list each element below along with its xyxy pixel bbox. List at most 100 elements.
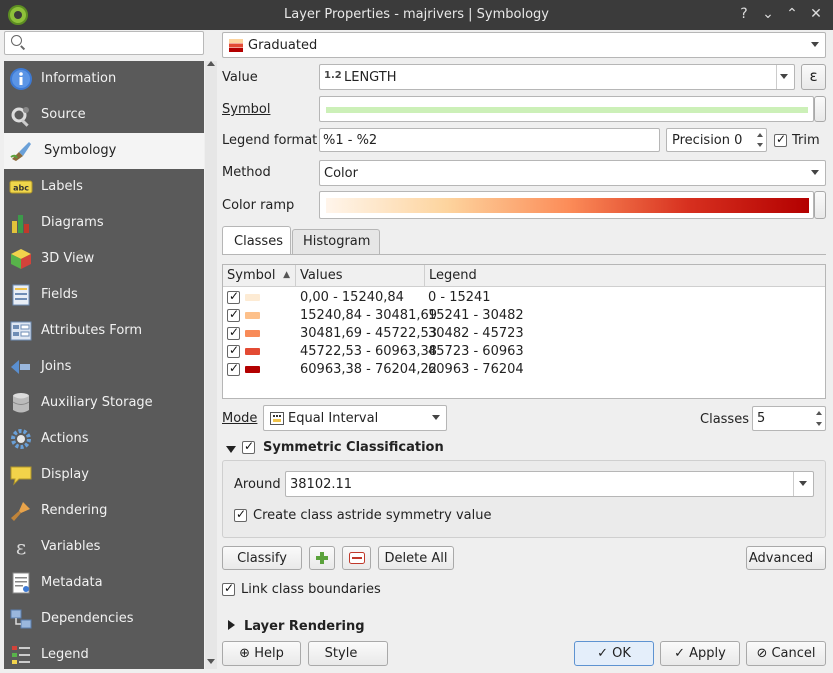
style-button[interactable]: Style — [308, 641, 388, 666]
sidebar-item-dependencies[interactable]: Dependencies — [4, 601, 204, 637]
method-select[interactable]: Color — [319, 160, 826, 186]
around-value: 38102.11 — [290, 477, 353, 492]
maximize-icon[interactable]: ⌃ — [783, 5, 801, 23]
column-header-symbol[interactable]: Symbol ▲ — [223, 265, 296, 287]
sidebar-item-metadata[interactable]: Metadata — [4, 565, 204, 601]
button-label: OK — [612, 646, 631, 661]
row-checkbox[interactable] — [227, 361, 240, 376]
database-icon — [12, 393, 30, 413]
column-header-values[interactable]: Values — [296, 265, 425, 287]
classes-count-label: Classes — [700, 412, 749, 427]
chevron-down-icon — [811, 42, 819, 47]
advanced-button[interactable]: Advanced — [746, 546, 826, 570]
sidebar-item-display[interactable]: Display — [4, 457, 204, 493]
apply-button[interactable]: ✓ Apply — [660, 641, 740, 666]
legend-format-input[interactable]: %1 - %2 — [319, 128, 660, 152]
classes-spinbox[interactable]: 5 — [752, 406, 826, 431]
table-row[interactable]: 30481,69 - 45722,53 30482 - 45723 — [223, 325, 823, 343]
symmetric-checkbox[interactable] — [242, 439, 255, 454]
trim-label: Trim — [792, 133, 820, 148]
scroll-up-icon[interactable] — [207, 61, 215, 66]
sidebar-item-label: Information — [41, 71, 117, 86]
ok-button[interactable]: ✓ OK — [574, 641, 654, 666]
sidebar-item-fields[interactable]: Fields — [4, 277, 204, 313]
table-row[interactable]: 60963,38 - 76204,22 60963 - 76204 — [223, 361, 823, 379]
tab-classes[interactable]: Classes — [222, 226, 291, 254]
sidebar-item-information[interactable]: Information — [4, 61, 204, 97]
symbol-menu-button[interactable] — [814, 96, 826, 122]
wrench-icon — [11, 107, 29, 127]
astride-checkbox[interactable] — [234, 507, 247, 522]
value-field-select[interactable]: 1.2 LENGTH — [319, 64, 795, 90]
check-icon: ✓ — [597, 646, 613, 661]
mode-value: Equal Interval — [288, 411, 379, 426]
chevron-down-icon — [780, 74, 788, 79]
scroll-down-icon[interactable] — [207, 659, 215, 664]
sidebar: Information Source Symbology abc Labels … — [4, 61, 204, 669]
renderer-select[interactable]: Graduated — [222, 32, 826, 58]
remove-class-button[interactable] — [342, 546, 371, 570]
sidebar-item-actions[interactable]: Actions — [4, 421, 204, 457]
class-legend: 15241 - 30482 — [428, 308, 524, 323]
symbol-label: Symbol — [222, 102, 271, 117]
row-checkbox[interactable] — [227, 325, 240, 340]
around-select[interactable]: 38102.11 — [285, 471, 814, 497]
spin-down-icon[interactable] — [757, 143, 763, 147]
combo-divider — [793, 472, 794, 496]
expression-button[interactable]: ε — [801, 64, 826, 90]
spin-up-icon[interactable] — [757, 133, 763, 137]
mode-select[interactable]: Equal Interval — [263, 405, 447, 431]
class-color-swatch[interactable] — [245, 348, 260, 355]
add-class-button[interactable] — [309, 546, 335, 570]
collapse-icon[interactable] — [226, 446, 236, 453]
row-checkbox[interactable] — [227, 307, 240, 322]
expand-icon[interactable] — [228, 620, 235, 630]
dependencies-icon — [10, 609, 32, 629]
sidebar-item-legend[interactable]: Legend — [4, 637, 204, 673]
sidebar-item-variables[interactable]: ε Variables — [4, 529, 204, 565]
sidebar-item-symbology[interactable]: Symbology — [4, 133, 204, 169]
table-row[interactable]: 15240,84 - 30481,69 15241 - 30482 — [223, 307, 823, 325]
panel-scrollbar[interactable] — [205, 61, 217, 669]
color-ramp-menu-button[interactable] — [814, 191, 826, 219]
help-button[interactable]: ⊕ Help — [222, 641, 301, 666]
sidebar-item-auxiliary-storage[interactable]: Auxiliary Storage — [4, 385, 204, 421]
class-color-swatch[interactable] — [245, 312, 260, 319]
minimize-icon[interactable]: ⌄ — [759, 5, 777, 23]
class-color-swatch[interactable] — [245, 330, 260, 337]
abc-label-icon: abc — [9, 180, 33, 194]
legend-format-value: %1 - %2 — [323, 133, 378, 148]
help-window-icon[interactable]: ? — [735, 5, 753, 23]
sidebar-item-diagrams[interactable]: Diagrams — [4, 205, 204, 241]
spin-up-icon[interactable] — [816, 411, 822, 415]
classify-button[interactable]: Classify — [222, 546, 302, 570]
link-boundaries-checkbox[interactable] — [222, 581, 235, 596]
spin-down-icon[interactable] — [816, 422, 822, 426]
tab-histogram[interactable]: Histogram — [292, 229, 380, 254]
search-input[interactable] — [4, 31, 204, 55]
sidebar-item-label: Metadata — [41, 575, 103, 590]
class-color-swatch[interactable] — [245, 294, 260, 301]
trim-checkbox[interactable] — [774, 132, 787, 147]
close-icon[interactable]: ✕ — [807, 5, 825, 23]
row-checkbox[interactable] — [227, 343, 240, 358]
class-color-swatch[interactable] — [245, 366, 260, 373]
button-label: Advanced — [748, 551, 814, 566]
sidebar-item-3d-view[interactable]: 3D View — [4, 241, 204, 277]
classes-table[interactable]: Symbol ▲ Values Legend 0,00 - 15240,84 0 … — [222, 264, 826, 399]
sidebar-item-rendering[interactable]: Rendering — [4, 493, 204, 529]
header-text: Legend — [429, 268, 477, 283]
sidebar-item-joins[interactable]: Joins — [4, 349, 204, 385]
sidebar-item-attributes-form[interactable]: Attributes Form — [4, 313, 204, 349]
delete-all-button[interactable]: Delete All — [378, 546, 454, 570]
row-checkbox[interactable] — [227, 289, 240, 304]
sidebar-item-source[interactable]: Source — [4, 97, 204, 133]
table-row[interactable]: 45722,53 - 60963,38 45723 - 60963 — [223, 343, 823, 361]
sidebar-item-labels[interactable]: abc Labels — [4, 169, 204, 205]
color-ramp-button[interactable] — [319, 191, 814, 219]
column-header-legend[interactable]: Legend — [425, 265, 825, 287]
precision-spinbox[interactable]: Precision 0 — [666, 128, 767, 152]
cancel-button[interactable]: ⊘ Cancel — [746, 641, 826, 666]
table-row[interactable]: 0,00 - 15240,84 0 - 15241 — [223, 289, 823, 307]
symbol-button[interactable] — [319, 96, 814, 122]
